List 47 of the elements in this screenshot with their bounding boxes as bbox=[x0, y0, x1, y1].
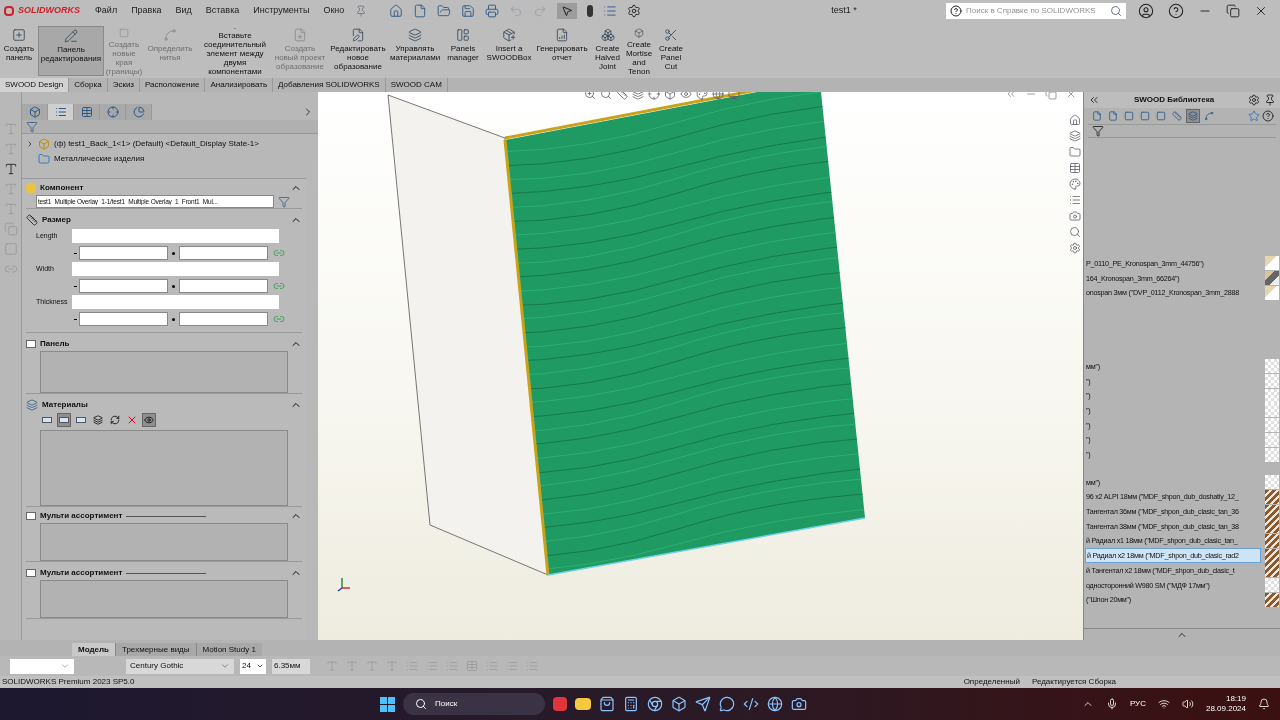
command-button[interactable]: Создать панель bbox=[0, 26, 38, 76]
command-button[interactable]: Create Panel Cut bbox=[655, 26, 687, 76]
help-search-box[interactable]: Поиск в Справке по SOLIDWORKS bbox=[946, 3, 1126, 19]
section-title: Панель bbox=[40, 338, 70, 350]
menu-item[interactable]: Вставка bbox=[198, 4, 247, 18]
section-title: Компонент bbox=[40, 182, 84, 194]
command-button[interactable]: Create Mortise and Tenon bbox=[623, 26, 655, 76]
view-tab[interactable]: Трехмерные виды bbox=[115, 643, 196, 656]
status-text: Определенный bbox=[963, 676, 1020, 688]
section-title: Материалы bbox=[42, 399, 88, 411]
language-indicator[interactable]: РУС bbox=[1129, 698, 1146, 710]
font-name: Century Gothic bbox=[130, 660, 184, 672]
app-logo: SOLIDWORKS bbox=[18, 4, 80, 18]
tree-item[interactable]: (ф) test1_Back_1<1> (Default) <Default_Display State-1> bbox=[54, 137, 259, 150]
product-version: SOLIDWORKS Premium 2023 SP5.0 bbox=[2, 676, 135, 688]
view-tab[interactable]: Модель bbox=[72, 643, 115, 656]
clock-time[interactable]: 18:19 bbox=[1225, 694, 1246, 704]
command-button[interactable]: Вставьте соединительный элемент между двумя компонентами bbox=[196, 26, 274, 76]
menu-item[interactable]: Вид bbox=[168, 4, 199, 18]
view-tab[interactable]: Motion Study 1 bbox=[195, 643, 262, 656]
panel-title: SWOOD Библиотека bbox=[1132, 94, 1216, 106]
command-button[interactable]: Управлять материалами bbox=[390, 26, 440, 76]
clock-date[interactable]: 28.09.2024 bbox=[1205, 704, 1246, 714]
section-title: Мульти ассортимент bbox=[40, 567, 123, 579]
search-placeholder: Поиск bbox=[435, 698, 458, 710]
window-title: test1 * bbox=[831, 4, 857, 18]
section-title: Мульти ассортимент bbox=[40, 510, 123, 522]
status-text: Редактируется Сборка bbox=[1031, 676, 1116, 688]
tree-item[interactable]: Металлические изделия bbox=[54, 152, 145, 165]
command-button[interactable]: Генерировать отчет bbox=[532, 26, 592, 76]
size-dropdown[interactable]: 24 bbox=[240, 658, 266, 674]
command-tab[interactable]: SWOOD Design bbox=[0, 78, 70, 92]
font-dropdown[interactable]: Century Gothic bbox=[126, 658, 234, 674]
menu-item[interactable]: Инструменты bbox=[246, 4, 317, 18]
section-title: Размер bbox=[42, 214, 71, 226]
command-button[interactable]: Create Halved Joint bbox=[592, 26, 623, 76]
menu-item[interactable]: Правка bbox=[124, 4, 169, 18]
menu-item[interactable]: Файл bbox=[88, 4, 125, 18]
height-field[interactable]: 6.35мм bbox=[272, 658, 310, 674]
taskbar-search[interactable]: Поиск bbox=[403, 693, 545, 715]
command-button[interactable]: Панель редактирования bbox=[38, 26, 104, 76]
command-button[interactable]: Insert a SWOODBox bbox=[486, 26, 532, 76]
menu-item[interactable]: Окно bbox=[316, 4, 352, 18]
command-button[interactable]: Panels manager bbox=[440, 26, 486, 76]
command-button[interactable]: Редактировать новое образование bbox=[326, 26, 390, 76]
help-search-field[interactable]: Поиск в Справке по SOLIDWORKS bbox=[966, 5, 1106, 17]
font-size: 24 bbox=[242, 660, 251, 672]
